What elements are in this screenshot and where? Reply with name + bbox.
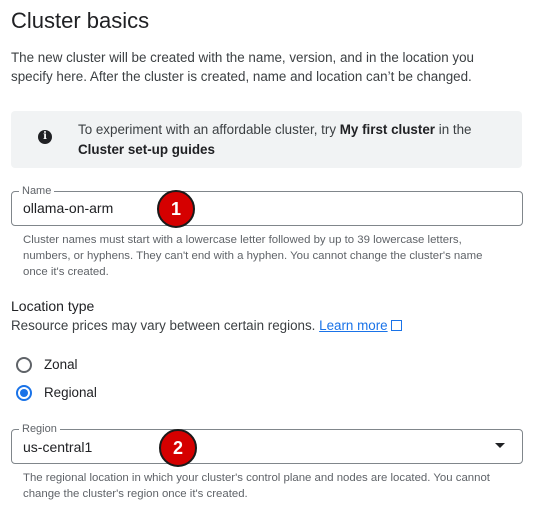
zonal-radio-label[interactable]: Zonal	[44, 356, 78, 374]
location-type-heading: Location type	[11, 298, 95, 314]
name-field-hint: Cluster names must start with a lowercas…	[23, 234, 483, 278]
location-type-description: Resource prices may vary between certain…	[11, 317, 402, 335]
info-text-start: To experiment with an affordable cluster…	[78, 122, 340, 137]
info-text-mid: in the	[435, 122, 472, 137]
learn-more-link[interactable]: Learn more	[319, 318, 387, 333]
page-description: The new cluster will be created with the…	[11, 50, 474, 84]
zonal-radio[interactable]	[16, 357, 32, 373]
location-desc-text: Resource prices may vary between certain…	[11, 318, 320, 333]
region-field-label: Region	[19, 423, 60, 435]
open-in-new-icon[interactable]	[390, 320, 402, 331]
regional-radio-label[interactable]: Regional	[44, 384, 97, 402]
name-input-value[interactable]: ollama-on-arm	[23, 199, 113, 217]
radio-selected-dot	[20, 389, 28, 397]
regional-radio[interactable]	[16, 385, 32, 401]
region-select-value[interactable]: us-central1	[23, 438, 92, 456]
page-title: Cluster basics	[11, 8, 150, 33]
annotation-badge-1: 1	[157, 190, 195, 228]
region-field-hint: The regional location in which your clus…	[23, 472, 490, 500]
info-link-setup-guides[interactable]: Cluster set-up guides	[78, 142, 215, 157]
info-icon: i	[38, 130, 52, 144]
annotation-badge-2: 2	[159, 429, 197, 467]
name-field-label: Name	[19, 185, 55, 197]
info-link-first-cluster[interactable]: My first cluster	[340, 122, 435, 137]
arrow-drop-down-icon[interactable]	[495, 443, 505, 448]
info-banner-text: To experiment with an affordable cluster…	[78, 120, 508, 160]
